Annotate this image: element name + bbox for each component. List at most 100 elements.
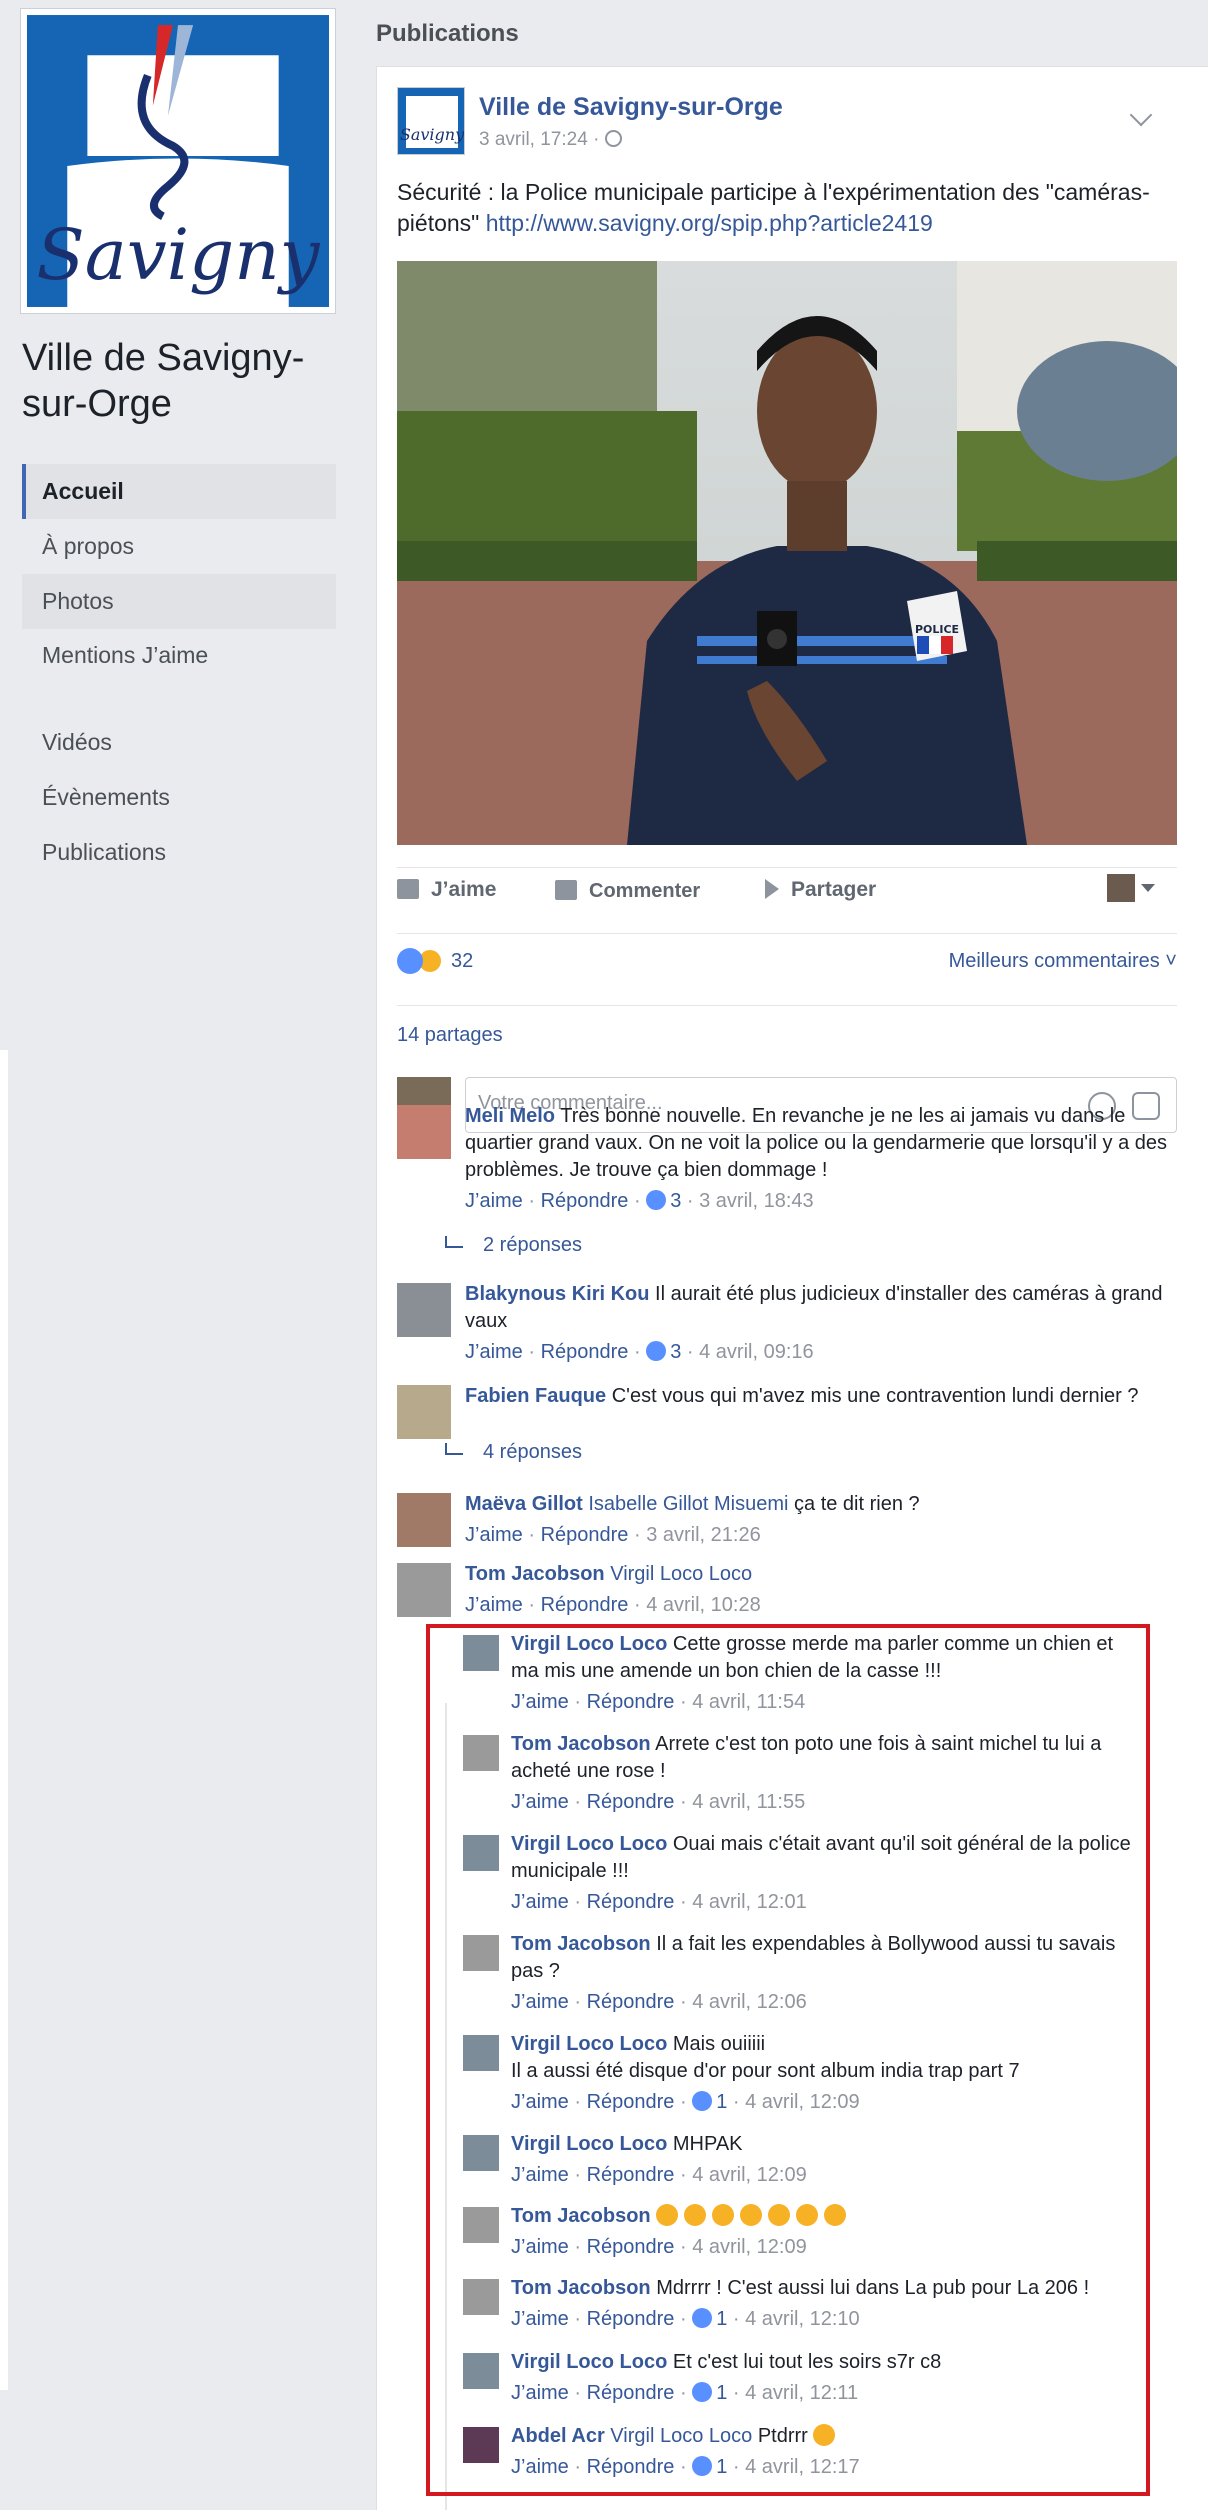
reply-like-link[interactable]: J’aime	[511, 1691, 569, 1713]
reply-time[interactable]: 4 avril, 11:55	[692, 1791, 805, 1813]
avatar[interactable]	[397, 1493, 451, 1547]
commenter-name[interactable]: Abdel Acr	[511, 2425, 605, 2447]
reply-time[interactable]: 4 avril, 12:17	[745, 2456, 860, 2478]
commenter-name[interactable]: Virgil Loco Loco	[511, 2133, 667, 2155]
reply-like-link[interactable]: J’aime	[511, 2164, 569, 2186]
reply-like-count[interactable]: 1	[716, 2456, 727, 2478]
page-avatar[interactable]: Savigny	[397, 87, 465, 155]
reply-like-count[interactable]: 1	[716, 2382, 727, 2404]
page-title[interactable]: Ville de Savigny-sur-Orge	[22, 335, 342, 427]
nav-item-a-propos[interactable]: À propos	[22, 519, 336, 574]
avatar[interactable]	[397, 1283, 451, 1337]
avatar[interactable]	[463, 2353, 499, 2389]
post-date[interactable]: 3 avril, 17:24 ·	[479, 129, 599, 150]
comment-like-link[interactable]: J’aime	[465, 1341, 523, 1363]
mentioned-user[interactable]: Virgil Loco Loco	[610, 2425, 752, 2447]
comment-like-link[interactable]: J’aime	[465, 1594, 523, 1616]
reply-time[interactable]: 4 avril, 12:09	[692, 2164, 807, 2186]
commenter-name[interactable]: Tom Jacobson	[511, 1733, 651, 1755]
comment-reply-link[interactable]: Répondre	[541, 1341, 629, 1363]
comment-time[interactable]: 3 avril, 21:26	[646, 1524, 761, 1546]
view-replies-link[interactable]: 4 réponses	[445, 1441, 582, 1464]
share-button[interactable]: Partager	[765, 878, 876, 902]
avatar[interactable]	[463, 2207, 499, 2243]
reply-like-link[interactable]: J’aime	[511, 1991, 569, 2013]
avatar[interactable]	[463, 2135, 499, 2171]
commenter-name[interactable]: Virgil Loco Loco	[511, 2351, 667, 2373]
reply-reply-link[interactable]: Répondre	[587, 2456, 675, 2478]
commenter-name[interactable]: Tom Jacobson	[511, 2205, 651, 2227]
reply-reply-link[interactable]: Répondre	[587, 1791, 675, 1813]
page-logo[interactable]: Savigny	[20, 8, 336, 314]
nav-item-publications[interactable]: Publications	[22, 825, 336, 880]
commenter-name[interactable]: Meli Melo	[465, 1105, 555, 1127]
comment-reply-link[interactable]: Répondre	[541, 1524, 629, 1546]
post-as-selector[interactable]	[1107, 874, 1155, 904]
reply-reply-link[interactable]: Répondre	[587, 1691, 675, 1713]
avatar[interactable]	[463, 1735, 499, 1771]
reply-like-count[interactable]: 1	[716, 2308, 727, 2330]
reply-time[interactable]: 4 avril, 12:11	[745, 2382, 858, 2404]
reply-time[interactable]: 4 avril, 12:01	[692, 1891, 807, 1913]
reply-reply-link[interactable]: Répondre	[587, 2236, 675, 2258]
comment-like-count[interactable]: 3	[670, 1190, 681, 1212]
nav-item-accueil[interactable]: Accueil	[22, 464, 336, 519]
reply-reply-link[interactable]: Répondre	[587, 2382, 675, 2404]
commenter-name[interactable]: Maëva Gillot	[465, 1493, 583, 1515]
reply-like-count[interactable]: 1	[716, 2091, 727, 2113]
reply-like-link[interactable]: J’aime	[511, 1791, 569, 1813]
nav-item-photos[interactable]: Photos	[22, 574, 336, 629]
commenter-name[interactable]: Virgil Loco Loco	[511, 2033, 667, 2055]
commenter-name[interactable]: Virgil Loco Loco	[511, 1833, 667, 1855]
avatar[interactable]	[463, 2427, 499, 2463]
avatar[interactable]	[397, 1385, 451, 1439]
comment-time[interactable]: 3 avril, 18:43	[699, 1190, 814, 1212]
post-author[interactable]: Ville de Savigny-sur-Orge	[479, 93, 783, 122]
reply-time[interactable]: 4 avril, 11:54	[692, 1691, 805, 1713]
avatar[interactable]	[463, 1635, 499, 1671]
mentioned-user[interactable]: Virgil Loco Loco	[610, 1563, 752, 1585]
like-button[interactable]: J’aime	[397, 878, 496, 902]
reply-like-link[interactable]: J’aime	[511, 2382, 569, 2404]
reply-reply-link[interactable]: Répondre	[587, 2091, 675, 2113]
comment-time[interactable]: 4 avril, 09:16	[699, 1341, 814, 1363]
commenter-name[interactable]: Tom Jacobson	[511, 1933, 651, 1955]
avatar[interactable]	[463, 1835, 499, 1871]
reply-reply-link[interactable]: Répondre	[587, 1891, 675, 1913]
reaction-count[interactable]: 32	[451, 950, 473, 972]
comment-like-count[interactable]: 3	[670, 1341, 681, 1363]
comment-reply-link[interactable]: Répondre	[541, 1594, 629, 1616]
post-link[interactable]: http://www.savigny.org/spip.php?article2…	[486, 210, 933, 236]
nav-item-videos[interactable]: Vidéos	[22, 715, 336, 770]
comment-sort-dropdown[interactable]: Meilleurs commentaires ˅	[949, 950, 1177, 973]
view-replies-link[interactable]: 2 réponses	[445, 1234, 582, 1257]
commenter-name[interactable]: Tom Jacobson	[511, 2277, 651, 2299]
reply-like-link[interactable]: J’aime	[511, 1891, 569, 1913]
post-photo[interactable]: POLICE	[397, 261, 1177, 845]
reply-like-link[interactable]: J’aime	[511, 2308, 569, 2330]
avatar[interactable]	[463, 2279, 499, 2315]
avatar[interactable]	[463, 2035, 499, 2071]
reply-time[interactable]: 4 avril, 12:06	[692, 1991, 807, 2013]
nav-item-mentions-jaime[interactable]: Mentions J’aime	[22, 629, 222, 715]
reply-time[interactable]: 4 avril, 12:09	[745, 2091, 860, 2113]
reply-time[interactable]: 4 avril, 12:10	[745, 2308, 860, 2330]
comment-time[interactable]: 4 avril, 10:28	[646, 1594, 761, 1616]
avatar[interactable]	[397, 1105, 451, 1159]
commenter-name[interactable]: Fabien Fauque	[465, 1385, 606, 1407]
reply-reply-link[interactable]: Répondre	[587, 1991, 675, 2013]
reply-like-link[interactable]: J’aime	[511, 2091, 569, 2113]
comment-like-link[interactable]: J’aime	[465, 1524, 523, 1546]
reply-reply-link[interactable]: Répondre	[587, 2164, 675, 2186]
share-count[interactable]: 14 partages	[397, 1005, 1177, 1047]
avatar[interactable]	[463, 1935, 499, 1971]
mentioned-user[interactable]: Isabelle Gillot Misuemi	[588, 1493, 788, 1515]
reply-like-link[interactable]: J’aime	[511, 2456, 569, 2478]
reply-reply-link[interactable]: Répondre	[587, 2308, 675, 2330]
reply-time[interactable]: 4 avril, 12:09	[692, 2236, 807, 2258]
avatar[interactable]	[397, 1563, 451, 1617]
commenter-name[interactable]: Virgil Loco Loco	[511, 1633, 667, 1655]
commenter-name[interactable]: Blakynous Kiri Kou	[465, 1283, 649, 1305]
commenter-name[interactable]: Tom Jacobson	[465, 1563, 605, 1585]
like-reaction-icon[interactable]	[397, 948, 423, 974]
